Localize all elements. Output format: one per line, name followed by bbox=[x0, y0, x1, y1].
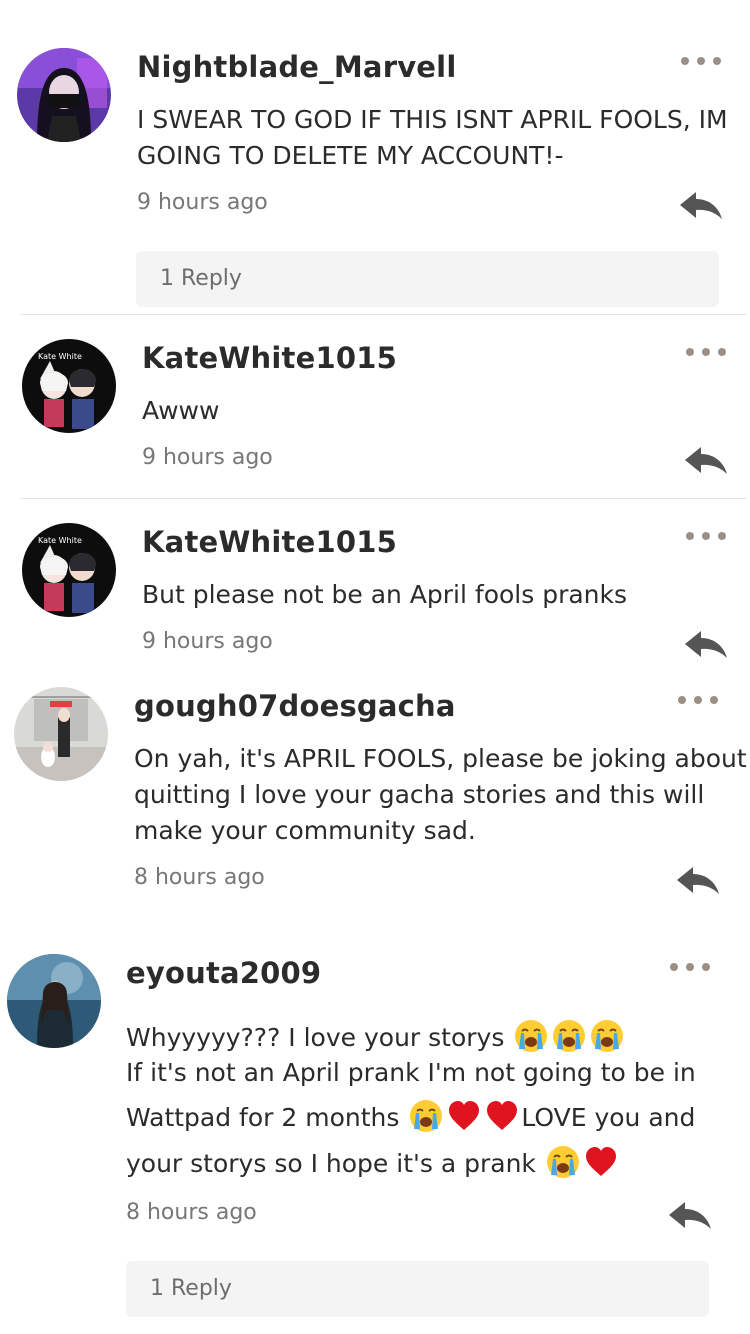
avatar[interactable] bbox=[7, 954, 101, 1048]
timestamp: 8 hours ago bbox=[126, 1200, 257, 1225]
avatar-caption: Kate White bbox=[38, 536, 82, 545]
replies-label: 1 Reply bbox=[160, 266, 242, 291]
timestamp: 9 hours ago bbox=[142, 629, 273, 654]
comment-text: Whyyyyy??? I love your storys If it's no… bbox=[126, 1019, 696, 1187]
comment-line: If it's not an April prank I'm not going… bbox=[126, 1058, 696, 1087]
username[interactable]: KateWhite1015 bbox=[142, 341, 397, 375]
comment-text: Awww bbox=[142, 393, 219, 429]
loudly-crying-face-emoji bbox=[546, 1145, 580, 1179]
username[interactable]: Nightblade_Marvell bbox=[137, 50, 456, 84]
username[interactable]: gough07doesgacha bbox=[134, 689, 456, 723]
timestamp: 9 hours ago bbox=[137, 190, 268, 215]
comment-text: But please not be an April fools pranks bbox=[142, 577, 627, 613]
divider bbox=[20, 314, 746, 315]
comment-line-text: your storys so I hope it's a prank bbox=[126, 1149, 536, 1178]
avatar[interactable] bbox=[14, 687, 108, 781]
loudly-crying-face-emoji bbox=[552, 1019, 586, 1053]
red-heart-emoji bbox=[485, 1099, 519, 1133]
view-replies-button[interactable]: 1 Reply bbox=[136, 251, 719, 307]
replies-label: 1 Reply bbox=[150, 1276, 232, 1301]
comment-line: Wattpad for 2 months LOVE you and bbox=[126, 1095, 696, 1141]
more-options-icon[interactable] bbox=[681, 53, 721, 69]
comment-text: On yah, it's APRIL FOOLS, please be joki… bbox=[134, 741, 747, 849]
avatar[interactable]: Kate White bbox=[22, 339, 116, 433]
red-heart-emoji bbox=[584, 1145, 618, 1179]
loudly-crying-face-emoji bbox=[590, 1019, 624, 1053]
avatar-caption: Kate White bbox=[38, 352, 82, 361]
more-options-icon[interactable] bbox=[670, 959, 710, 975]
avatar[interactable] bbox=[17, 48, 111, 142]
comment-line: make your community sad. bbox=[134, 816, 476, 845]
reply-arrow-icon[interactable] bbox=[683, 443, 729, 477]
more-options-icon[interactable] bbox=[686, 528, 726, 544]
comment-line: your storys so I hope it's a prank bbox=[126, 1141, 696, 1187]
timestamp: 9 hours ago bbox=[142, 445, 273, 470]
comment-line: GOING TO DELETE MY ACCOUNT!- bbox=[137, 141, 564, 170]
more-options-icon[interactable] bbox=[686, 344, 726, 360]
loudly-crying-face-emoji bbox=[409, 1099, 443, 1133]
divider bbox=[20, 498, 746, 499]
comment-line-text: Wattpad for 2 months bbox=[126, 1103, 400, 1132]
timestamp: 8 hours ago bbox=[134, 865, 265, 890]
username[interactable]: eyouta2009 bbox=[126, 956, 321, 990]
reply-arrow-icon[interactable] bbox=[675, 863, 721, 897]
username[interactable]: KateWhite1015 bbox=[142, 525, 397, 559]
comment-line: I SWEAR TO GOD IF THIS ISNT APRIL FOOLS,… bbox=[137, 105, 728, 134]
comment-line: quitting I love your gacha stories and t… bbox=[134, 780, 705, 809]
red-heart-emoji bbox=[447, 1099, 481, 1133]
avatar[interactable]: Kate White bbox=[22, 523, 116, 617]
reply-arrow-icon[interactable] bbox=[678, 188, 724, 222]
view-replies-button[interactable]: 1 Reply bbox=[126, 1261, 709, 1317]
comment-line: But please not be an April fools pranks bbox=[142, 580, 628, 609]
comment-line-text: Whyyyyy??? I love your storys bbox=[126, 1023, 505, 1052]
comment-line: Awww bbox=[142, 396, 220, 425]
more-options-icon[interactable] bbox=[678, 692, 718, 708]
comment-text: I SWEAR TO GOD IF THIS ISNT APRIL FOOLS,… bbox=[137, 102, 728, 174]
reply-arrow-icon[interactable] bbox=[667, 1198, 713, 1232]
comment-line-text: LOVE you and bbox=[521, 1103, 696, 1132]
reply-arrow-icon[interactable] bbox=[683, 627, 729, 661]
loudly-crying-face-emoji bbox=[514, 1019, 548, 1053]
comment-line: On yah, it's APRIL FOOLS, please be joki… bbox=[134, 744, 747, 773]
comment-line: Whyyyyy??? I love your storys bbox=[126, 1019, 696, 1055]
